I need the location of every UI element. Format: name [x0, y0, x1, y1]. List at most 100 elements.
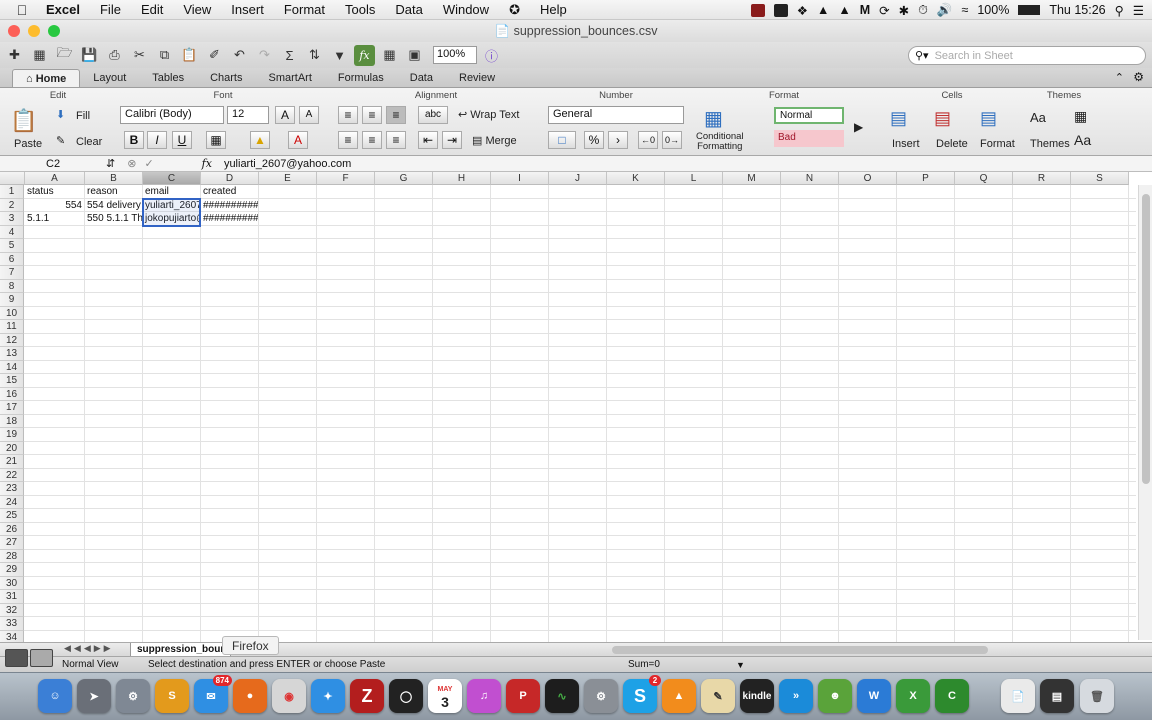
column-header-p[interactable]: P [897, 172, 955, 185]
tab-review[interactable]: Review [446, 69, 508, 87]
column-header-k[interactable]: K [607, 172, 665, 185]
shrink-font-button[interactable]: A [299, 106, 319, 124]
cell-d1[interactable]: created [201, 185, 258, 199]
row-header-25[interactable]: 25 [0, 509, 24, 523]
row-header-22[interactable]: 22 [0, 468, 24, 482]
column-header-l[interactable]: L [665, 172, 723, 185]
font-name-select[interactable]: Calibri (Body) [120, 106, 224, 124]
paste-button[interactable]: Paste [14, 138, 42, 150]
row-header-32[interactable]: 32 [0, 603, 24, 617]
ribbon-settings-icon[interactable]: ⚙ [1133, 70, 1144, 84]
row-header-17[interactable]: 17 [0, 401, 24, 415]
fill-color-icon[interactable]: ▲ [250, 131, 270, 149]
increase-decimal-icon[interactable]: ←0 [638, 131, 658, 149]
clock[interactable]: Thu 15:26 [1049, 3, 1105, 17]
comma-button[interactable]: › [608, 131, 628, 149]
column-header-m[interactable]: M [723, 172, 781, 185]
column-header-s[interactable]: S [1071, 172, 1129, 185]
cell-b2[interactable]: 554 delivery [85, 199, 142, 213]
theme-fonts-button[interactable]: Aa [1074, 132, 1091, 148]
row-header-30[interactable]: 30 [0, 576, 24, 590]
horizontal-scrollbar[interactable] [612, 646, 988, 654]
row-header-29[interactable]: 29 [0, 563, 24, 577]
row-header-13[interactable]: 13 [0, 347, 24, 361]
vertical-scrollbar-thumb[interactable] [1142, 194, 1150, 484]
column-header-c[interactable]: C [143, 172, 201, 185]
script-icon[interactable]: ✪ [499, 2, 530, 18]
row-header-34[interactable]: 34 [0, 630, 24, 642]
decrease-decimal-icon[interactable]: 0→ [662, 131, 682, 149]
align-right-icon[interactable]: ≡ [386, 131, 406, 149]
tray-app-icon[interactable] [773, 3, 788, 17]
row-header-2[interactable]: 2 [0, 198, 24, 212]
menu-format[interactable]: Format [274, 2, 335, 17]
select-all-corner[interactable] [0, 172, 25, 185]
tab-charts[interactable]: Charts [197, 69, 255, 87]
clear-button[interactable]: Clear [76, 136, 102, 148]
insert-button[interactable]: Insert [892, 138, 920, 150]
normal-view-icon[interactable] [5, 649, 28, 667]
row-header-20[interactable]: 20 [0, 441, 24, 455]
redo-icon[interactable]: ↷ [254, 45, 275, 66]
menu-view[interactable]: View [173, 2, 221, 17]
sort-icon[interactable]: ⇅ [304, 45, 325, 66]
row-header-14[interactable]: 14 [0, 360, 24, 374]
tray-app-icon[interactable] [750, 3, 765, 17]
style-normal[interactable]: Normal [774, 107, 844, 124]
activity-monitor-icon[interactable]: ∿ [545, 679, 579, 713]
align-top-icon[interactable]: ≡ [338, 106, 358, 124]
m-icon[interactable]: M [860, 3, 870, 17]
save-icon[interactable]: 💾 [79, 45, 100, 66]
obs-icon[interactable]: ◯ [389, 679, 423, 713]
tab-smartart[interactable]: SmartArt [256, 69, 325, 87]
cut-icon[interactable]: ✂ [129, 45, 150, 66]
styles-next-icon[interactable]: ▶ [854, 120, 863, 134]
paste-clipboard-icon[interactable]: 📋 [10, 108, 37, 134]
column-header-d[interactable]: D [201, 172, 259, 185]
row-header-6[interactable]: 6 [0, 252, 24, 266]
number-format-select[interactable]: General [548, 106, 684, 124]
column-header-a[interactable]: A [25, 172, 85, 185]
time-machine-icon[interactable]: ⏱ [918, 3, 928, 18]
row-header-19[interactable]: 19 [0, 428, 24, 442]
row-header-33[interactable]: 33 [0, 617, 24, 631]
conditional-formatting-button[interactable]: Conditional Formatting [696, 132, 744, 152]
sheet-grid[interactable]: A B C D E F G H I J K L M N O P Q R S 1 2 3 4 5 6 7 8 9 10 11 12 13 14 15… [0, 172, 1152, 642]
column-header-e[interactable]: E [259, 172, 317, 185]
menu-data[interactable]: Data [385, 2, 432, 17]
formula-builder-button[interactable]: fx [354, 44, 375, 66]
percent-button[interactable]: % [584, 131, 604, 149]
grow-font-button[interactable]: A [275, 106, 295, 124]
skype-icon[interactable]: S2 [623, 675, 661, 713]
menu-tools[interactable]: Tools [335, 2, 385, 17]
folder-stack-icon[interactable]: ▤ [1040, 679, 1074, 713]
menu-app[interactable]: Excel [44, 2, 90, 17]
paste-icon[interactable]: 📋 [179, 45, 200, 66]
sum-dropdown-icon[interactable]: ▼ [736, 660, 745, 670]
column-header-f[interactable]: F [317, 172, 375, 185]
delete-button[interactable]: Delete [936, 138, 968, 150]
firefox-icon[interactable]: ● [233, 679, 267, 713]
column-header-i[interactable]: I [491, 172, 549, 185]
sheet-tab-active[interactable]: suppression_bour [130, 643, 232, 657]
column-header-n[interactable]: N [781, 172, 839, 185]
new-icon[interactable]: ✚ [4, 45, 25, 66]
undo-icon[interactable]: ↶ [229, 45, 250, 66]
column-header-b[interactable]: B [85, 172, 143, 185]
menu-window[interactable]: Window [433, 2, 499, 17]
name-box-stepper-icon[interactable]: ⇵ [106, 157, 115, 170]
sync-icon[interactable]: ⟳ [879, 3, 889, 18]
apple-icon[interactable]:  [0, 2, 44, 18]
themes-button[interactable]: Themes [1030, 138, 1070, 150]
row-header-23[interactable]: 23 [0, 482, 24, 496]
row-header-1[interactable]: 1 [0, 185, 24, 199]
format-painter-icon[interactable]: ✐ [204, 45, 225, 66]
tab-home[interactable]: ⌂ Home [12, 69, 81, 87]
wifi-icon[interactable]: ≈ [961, 3, 968, 17]
row-header-28[interactable]: 28 [0, 549, 24, 563]
row-header-18[interactable]: 18 [0, 414, 24, 428]
copy-icon[interactable]: ⧉ [154, 45, 175, 66]
accept-icon[interactable]: ✓ [144, 157, 153, 170]
cell-a1[interactable]: status [25, 185, 84, 199]
row-header-8[interactable]: 8 [0, 279, 24, 293]
